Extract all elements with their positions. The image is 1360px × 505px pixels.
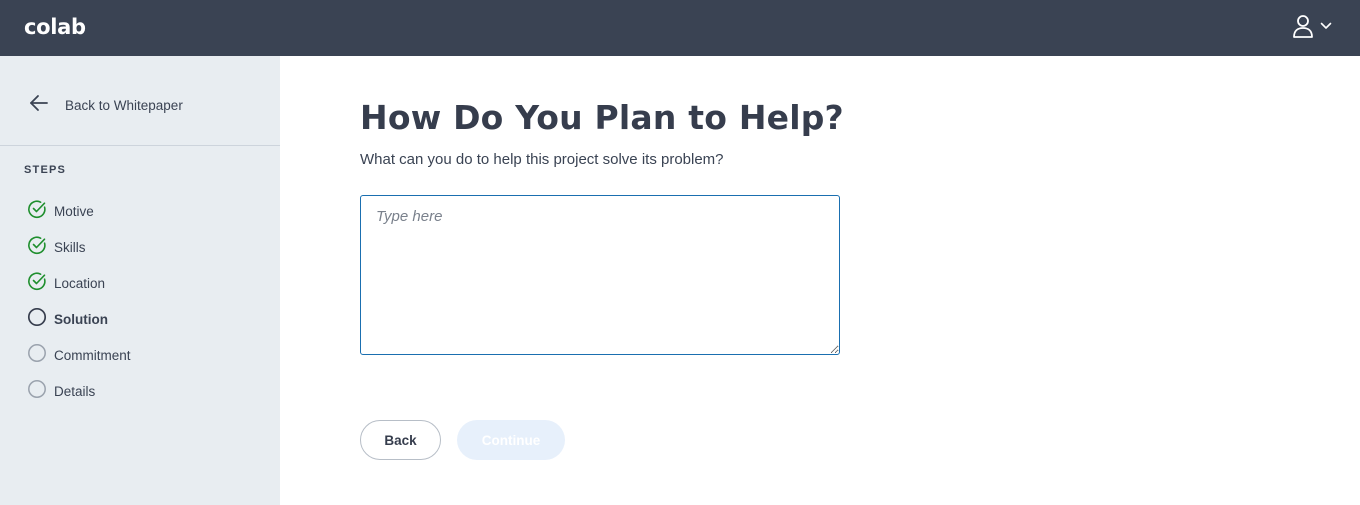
user-icon [1292, 14, 1314, 38]
page-title: How Do You Plan to Help? [360, 98, 844, 137]
sidebar: Back to Whitepaper STEPS Motive Skills L… [0, 56, 280, 505]
circle-icon [27, 343, 47, 368]
sidebar-divider [0, 145, 280, 146]
check-circle-icon [27, 235, 47, 260]
step-solution: Solution [27, 301, 131, 337]
step-label: Skills [54, 239, 86, 255]
step-label: Motive [54, 203, 94, 219]
circle-icon [27, 307, 47, 332]
step-skills: Skills [27, 229, 131, 265]
account-menu-button[interactable] [1292, 14, 1332, 38]
logo[interactable]: colab [24, 15, 86, 39]
arrow-left-icon [28, 92, 50, 119]
page-subtitle: What can you do to help this project sol… [360, 151, 724, 168]
step-details: Details [27, 373, 131, 409]
step-commitment: Commitment [27, 337, 131, 373]
steps-list: Motive Skills Location Solution Commitme… [27, 193, 131, 409]
top-bar: colab [0, 0, 1360, 56]
continue-button[interactable]: Continue [457, 420, 565, 460]
circle-icon [27, 379, 47, 404]
step-label: Details [54, 383, 96, 399]
steps-heading: STEPS [24, 164, 67, 176]
back-to-whitepaper-link[interactable]: Back to Whitepaper [28, 92, 183, 119]
check-circle-icon [27, 271, 47, 296]
back-to-whitepaper-label: Back to Whitepaper [65, 98, 183, 113]
chevron-down-icon [1320, 22, 1332, 30]
answer-textarea[interactable] [360, 195, 840, 355]
step-label: Commitment [54, 347, 131, 363]
back-button[interactable]: Back [360, 420, 441, 460]
step-label: Location [54, 275, 106, 291]
check-circle-icon [27, 199, 47, 224]
step-label: Solution [54, 311, 108, 327]
step-location: Location [27, 265, 131, 301]
step-motive: Motive [27, 193, 131, 229]
